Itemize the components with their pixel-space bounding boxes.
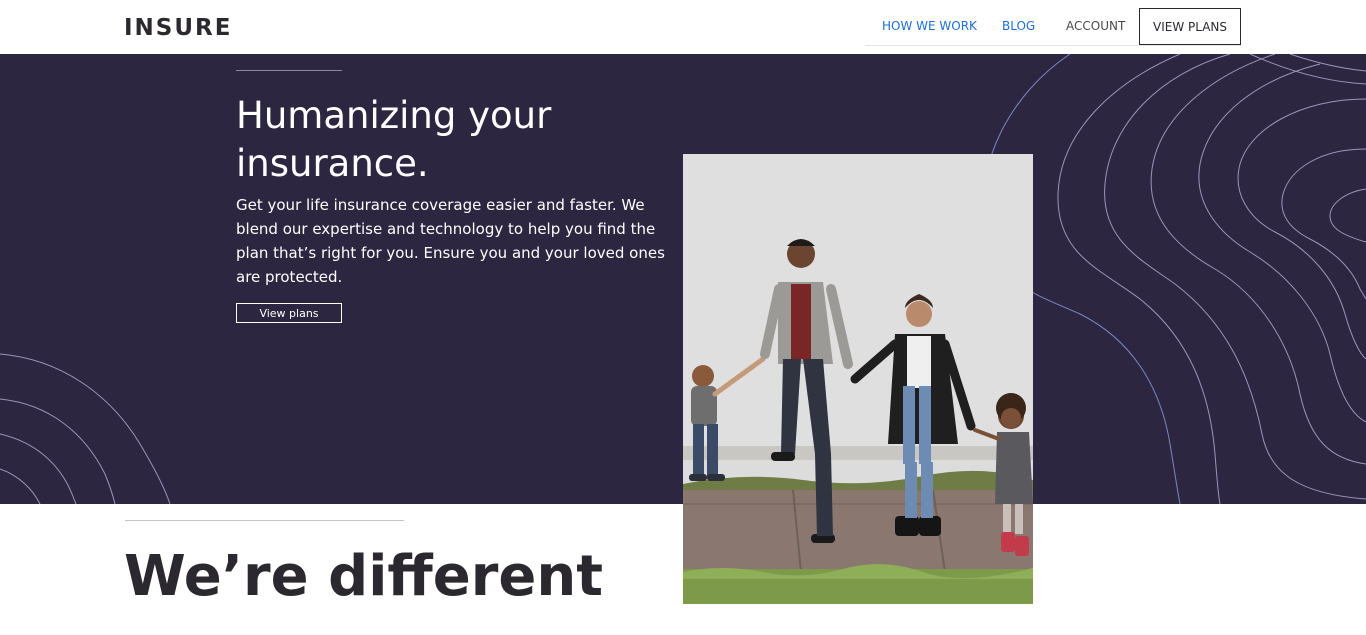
family-photo [683, 154, 1033, 604]
site-header: INSURE HOW WE WORK BLOG ACCOUNT VIEW PLA… [0, 0, 1366, 54]
view-plans-nav-button[interactable]: VIEW PLANS [1139, 8, 1241, 45]
logo[interactable]: INSURE [124, 16, 232, 40]
section-title: We’re different [124, 544, 603, 609]
family-walking-photo-illustration [683, 154, 1033, 604]
hero-description: Get your life insurance coverage easier … [236, 196, 665, 286]
nav-blog[interactable]: BLOG [1002, 19, 1035, 33]
section-divider [125, 520, 404, 521]
view-plans-hero-button[interactable]: View plans [236, 303, 342, 323]
hero-title: Humanizing your insurance. [236, 94, 552, 185]
nav-account[interactable]: ACCOUNT [1066, 19, 1125, 33]
main-nav: HOW WE WORK BLOG ACCOUNT VIEW PLANS [865, 8, 1241, 46]
hero-divider [236, 70, 342, 71]
nav-how-we-work[interactable]: HOW WE WORK [882, 19, 977, 33]
